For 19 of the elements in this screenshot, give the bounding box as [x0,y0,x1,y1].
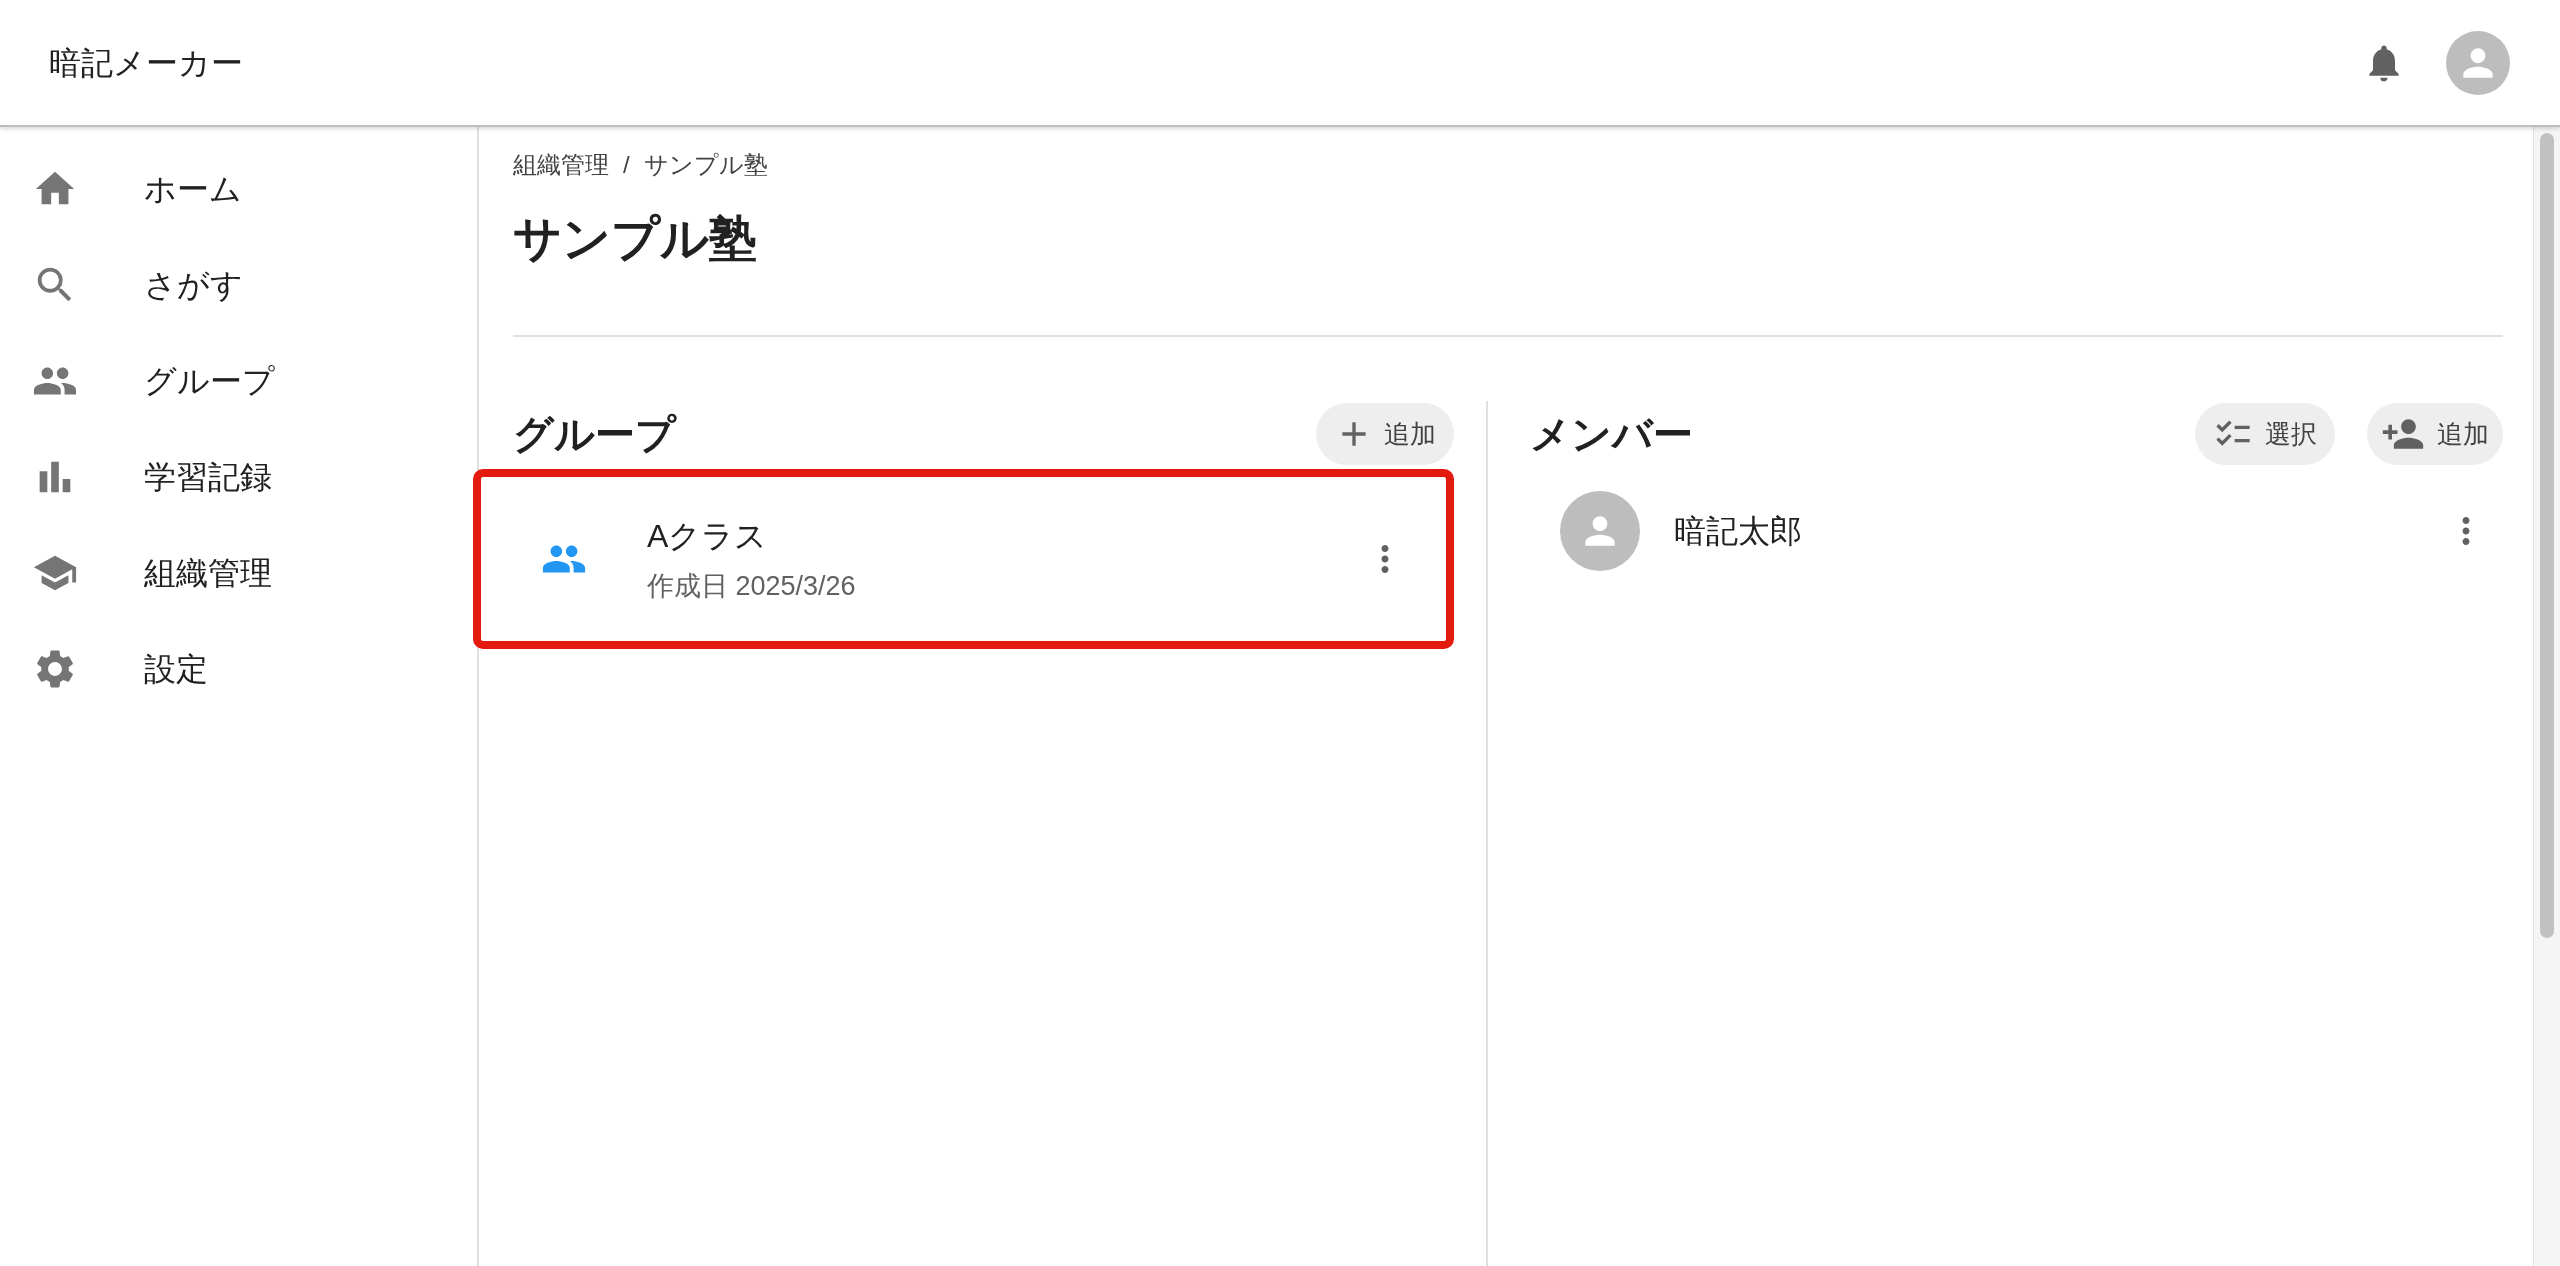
sidebar-item[interactable]: ホーム [0,141,477,237]
member-list-item[interactable]: 暗記太郎 [1530,481,2503,581]
breadcrumb-separator: / [623,150,630,180]
sidebar-item[interactable]: さがす [0,237,477,333]
select-button[interactable]: 選択 [2195,403,2335,465]
section-heading: グループ [513,411,676,458]
breadcrumb-item[interactable]: サンプル塾 [643,147,768,183]
member-name: 暗記太郎 [1674,512,1803,551]
add-group-button[interactable]: 追加 [1316,403,1454,465]
app-title: 暗記メーカー [49,43,243,83]
group-name: Aクラス [647,516,769,556]
created-date: 作成日 2025/3/26 [647,569,857,603]
section-heading: メンバー [1530,411,1693,458]
add-member-button[interactable]: 追加 [2367,403,2503,465]
page-title: サンプル塾 [513,211,758,267]
sidebar-item[interactable]: グループ [0,333,477,429]
breadcrumb-item[interactable]: 組織管理 [513,147,609,183]
scrollbar-thumb[interactable] [2540,133,2554,938]
group-list-item[interactable]: Aクラス 作成日 2025/3/26 [473,469,1454,649]
